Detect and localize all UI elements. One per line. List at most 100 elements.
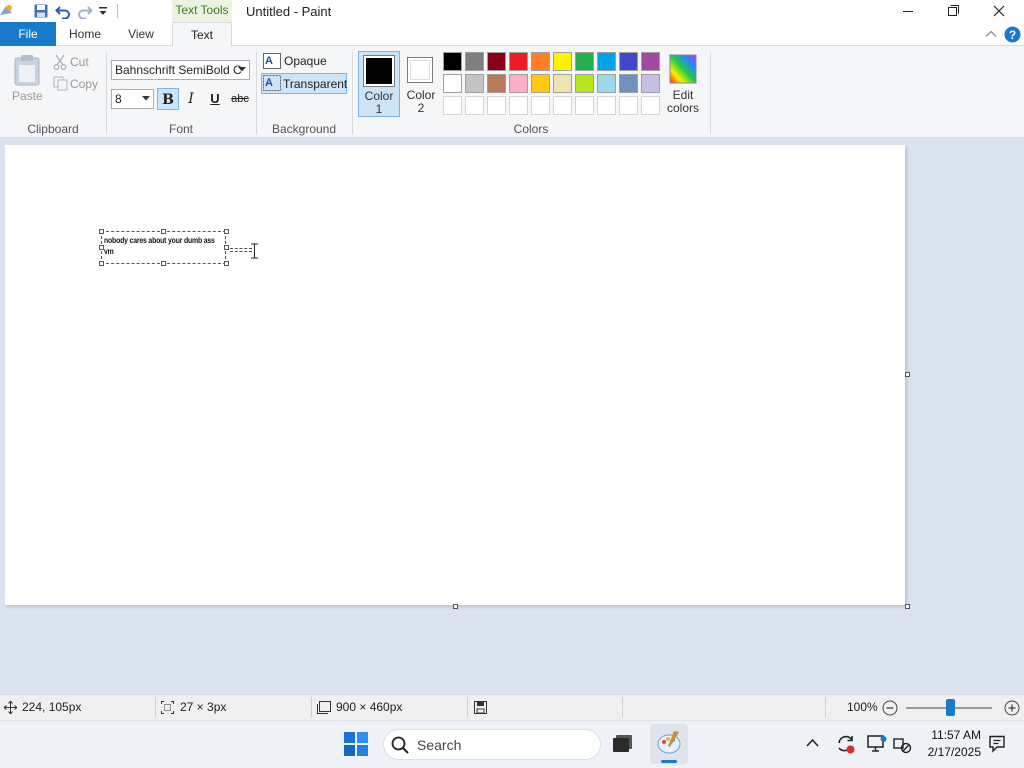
quick-access-dropdown-icon[interactable] bbox=[98, 6, 108, 18]
font-size-select[interactable]: 8 bbox=[111, 89, 154, 109]
palette-swatch[interactable] bbox=[531, 74, 550, 93]
text-box-content[interactable]: nobody cares about your dumb ass vm bbox=[104, 235, 215, 257]
palette-swatch[interactable] bbox=[597, 52, 616, 71]
canvas-resize-handle-bottom[interactable] bbox=[453, 604, 458, 609]
save-icon[interactable] bbox=[33, 3, 49, 19]
palette-custom-slot[interactable] bbox=[443, 96, 462, 115]
palette-custom-slot[interactable] bbox=[531, 96, 550, 115]
display-icon[interactable] bbox=[867, 735, 887, 753]
palette-swatch[interactable] bbox=[619, 52, 638, 71]
clock-date[interactable]: 2/17/2025 bbox=[912, 745, 981, 759]
palette-custom-slot[interactable] bbox=[465, 96, 484, 115]
palette-swatch[interactable] bbox=[487, 74, 506, 93]
tab-view[interactable]: View bbox=[118, 22, 164, 46]
clock-time[interactable]: 11:57 AM bbox=[912, 728, 981, 742]
paste-label: Paste bbox=[12, 89, 43, 103]
svg-text:?: ? bbox=[1009, 28, 1016, 42]
palette-swatch[interactable] bbox=[575, 52, 594, 71]
taskbar-search[interactable]: Search bbox=[383, 729, 601, 760]
palette-swatch[interactable] bbox=[641, 52, 660, 71]
start-windows-icon[interactable] bbox=[344, 732, 368, 756]
zoom-out-icon[interactable] bbox=[882, 700, 898, 716]
title-bar bbox=[0, 0, 1024, 22]
edit-colors-button[interactable]: Edit colors bbox=[663, 51, 703, 117]
palette-swatch[interactable] bbox=[465, 52, 484, 71]
status-divider bbox=[622, 697, 623, 717]
paste-button[interactable]: Paste bbox=[8, 52, 46, 108]
transparent-label: Transparent bbox=[283, 77, 348, 91]
tab-home[interactable]: Home bbox=[62, 22, 108, 46]
textbox-handle-n[interactable] bbox=[161, 229, 166, 234]
palette-swatch[interactable] bbox=[597, 74, 616, 93]
font-size-value: 8 bbox=[115, 92, 122, 106]
textbox-handle-e[interactable] bbox=[224, 245, 229, 250]
canvas-resize-handle-corner[interactable] bbox=[905, 604, 910, 609]
font-group-label: Font bbox=[168, 122, 193, 136]
canvas-resize-handle-right[interactable] bbox=[905, 372, 910, 377]
active-app-indicator bbox=[661, 760, 677, 763]
copy-button[interactable]: Copy bbox=[52, 75, 102, 93]
palette-swatch[interactable] bbox=[619, 74, 638, 93]
color1-button[interactable]: Color 1 bbox=[358, 51, 400, 117]
resize-preview-outline bbox=[230, 248, 252, 252]
textbox-handle-se[interactable] bbox=[224, 261, 229, 266]
color2-button[interactable]: Color 2 bbox=[402, 51, 440, 117]
font-family-select[interactable]: Bahnschrift SemiBold C bbox=[111, 60, 250, 80]
taskbar-paint-app[interactable] bbox=[650, 724, 688, 764]
palette-custom-slot[interactable] bbox=[641, 96, 660, 115]
cut-button[interactable]: Cut bbox=[52, 53, 102, 71]
zoom-slider-thumb[interactable] bbox=[946, 699, 955, 716]
scissors-icon bbox=[53, 54, 67, 70]
network-icon[interactable] bbox=[893, 736, 913, 754]
task-view-icon[interactable] bbox=[612, 734, 634, 754]
close-button[interactable] bbox=[977, 0, 1023, 22]
palette-swatch[interactable] bbox=[553, 74, 572, 93]
help-icon[interactable]: ? bbox=[1004, 26, 1021, 43]
undo-icon[interactable] bbox=[55, 3, 71, 19]
restore-button[interactable] bbox=[931, 0, 977, 22]
underline-button[interactable]: U bbox=[204, 88, 226, 110]
palette-swatch[interactable] bbox=[443, 74, 462, 93]
transparent-option[interactable]: A Transparent bbox=[261, 73, 347, 94]
notifications-icon[interactable] bbox=[988, 735, 1006, 753]
palette-swatch[interactable] bbox=[487, 52, 506, 71]
group-divider bbox=[710, 52, 711, 134]
palette-swatch[interactable] bbox=[641, 74, 660, 93]
palette-custom-slot[interactable] bbox=[553, 96, 572, 115]
palette-swatch[interactable] bbox=[553, 52, 572, 71]
show-hidden-icons-icon[interactable] bbox=[806, 738, 819, 747]
tab-text[interactable]: Text bbox=[172, 22, 232, 47]
textbox-handle-s[interactable] bbox=[161, 261, 166, 266]
palette-custom-slot[interactable] bbox=[509, 96, 528, 115]
palette-custom-slot[interactable] bbox=[575, 96, 594, 115]
palette-swatch[interactable] bbox=[575, 74, 594, 93]
textbox-handle-sw[interactable] bbox=[99, 261, 104, 266]
text-tools-context-tab: Text Tools bbox=[172, 0, 232, 22]
status-divider bbox=[467, 697, 468, 717]
palette-swatch[interactable] bbox=[509, 52, 528, 71]
palette-custom-slot[interactable] bbox=[619, 96, 638, 115]
strikethrough-button[interactable]: abc bbox=[228, 88, 252, 110]
zoom-in-icon[interactable] bbox=[1004, 700, 1020, 716]
textbox-handle-nw[interactable] bbox=[99, 229, 104, 234]
drawing-canvas[interactable] bbox=[5, 145, 905, 605]
sync-alert-icon[interactable] bbox=[836, 734, 856, 754]
collapse-ribbon-icon[interactable] bbox=[985, 29, 997, 39]
palette-custom-slot[interactable] bbox=[597, 96, 616, 115]
background-group-label: Background bbox=[271, 122, 337, 136]
palette-swatch[interactable] bbox=[443, 52, 462, 71]
redo-icon[interactable] bbox=[77, 3, 93, 19]
textbox-handle-ne[interactable] bbox=[224, 229, 229, 234]
paint-app-icon[interactable] bbox=[0, 3, 14, 19]
palette-swatch[interactable] bbox=[465, 74, 484, 93]
status-divider bbox=[825, 697, 826, 717]
minimize-button[interactable] bbox=[885, 0, 931, 22]
textbox-handle-w[interactable] bbox=[99, 245, 104, 250]
palette-custom-slot[interactable] bbox=[487, 96, 506, 115]
palette-swatch[interactable] bbox=[531, 52, 550, 71]
palette-swatch[interactable] bbox=[509, 74, 528, 93]
bold-button[interactable]: B bbox=[157, 88, 179, 110]
opaque-option[interactable]: A Opaque bbox=[261, 52, 349, 71]
tab-file[interactable]: File bbox=[0, 22, 56, 46]
italic-button[interactable]: I bbox=[180, 88, 202, 110]
